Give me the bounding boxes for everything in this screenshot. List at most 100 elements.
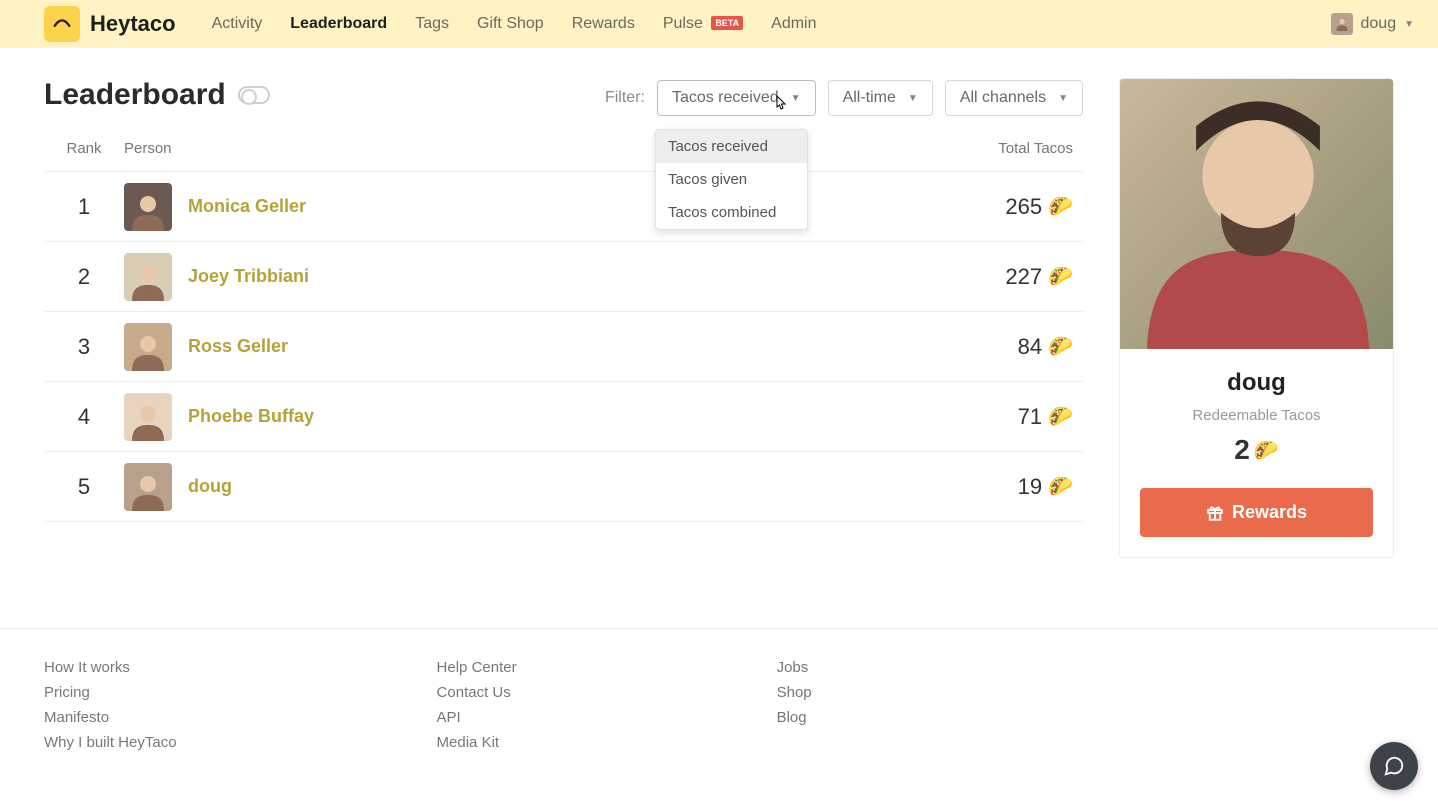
filter-type-dropdown[interactable]: Tacos received ▼ xyxy=(657,80,816,116)
footer-link[interactable]: Why I built HeyTaco xyxy=(44,734,177,751)
filter-channel-value: All channels xyxy=(960,89,1046,107)
footer-column: Help Center Contact Us API Media Kit xyxy=(437,659,517,751)
rank-cell: 1 xyxy=(44,194,124,220)
profile-name: doug xyxy=(1140,369,1373,397)
footer-link[interactable]: Blog xyxy=(777,709,812,726)
filter-type-option[interactable]: Tacos received xyxy=(656,130,807,163)
col-header-rank: Rank xyxy=(44,140,124,157)
person-cell: Phoebe Buffay xyxy=(124,393,923,441)
chevron-down-icon: ▼ xyxy=(1404,19,1414,30)
footer: How It works Pricing Manifesto Why I built … xyxy=(0,629,1438,801)
person-cell: Joey Tribbiani xyxy=(124,253,923,301)
nav-pulse-label: Pulse xyxy=(663,15,703,32)
avatar xyxy=(124,393,172,441)
user-avatar-small xyxy=(1331,13,1353,35)
page-title: Leaderboard xyxy=(44,78,226,112)
avatar xyxy=(124,323,172,371)
filter-bar: Filter: Tacos received ▼ All-time ▼ All … xyxy=(605,80,1083,116)
total-value: 227 xyxy=(1005,264,1042,290)
rewards-button-label: Rewards xyxy=(1232,502,1307,523)
table-row: 3 Ross Geller 84🌮 xyxy=(44,312,1083,382)
nav-rewards[interactable]: Rewards xyxy=(572,15,635,33)
footer-link[interactable]: Help Center xyxy=(437,659,517,676)
brand-logo[interactable] xyxy=(44,6,80,42)
total-cell: 265🌮 xyxy=(923,194,1083,220)
view-toggle[interactable] xyxy=(238,86,270,104)
gift-icon xyxy=(1206,504,1224,522)
rank-cell: 4 xyxy=(44,404,124,430)
footer-column: How It works Pricing Manifesto Why I built … xyxy=(44,659,177,751)
taco-icon: 🌮 xyxy=(1048,334,1073,359)
footer-link[interactable]: Pricing xyxy=(44,684,177,701)
total-value: 265 xyxy=(1005,194,1042,220)
user-name: doug xyxy=(1361,15,1397,33)
filter-type-option[interactable]: Tacos combined xyxy=(656,196,807,229)
avatar xyxy=(124,463,172,511)
footer-link[interactable]: Contact Us xyxy=(437,684,517,701)
nav-leaderboard[interactable]: Leaderboard xyxy=(290,15,387,33)
person-link[interactable]: Joey Tribbiani xyxy=(188,266,309,287)
table-header: Rank Person Total Tacos xyxy=(44,134,1083,172)
avatar xyxy=(124,183,172,231)
person-cell: doug xyxy=(124,463,923,511)
nav-activity[interactable]: Activity xyxy=(212,15,263,33)
total-value: 71 xyxy=(1018,404,1042,430)
footer-link[interactable]: Jobs xyxy=(777,659,812,676)
filter-channel-dropdown[interactable]: All channels ▼ xyxy=(945,80,1083,116)
footer-link[interactable]: How It works xyxy=(44,659,177,676)
top-navbar: Heytaco Activity Leaderboard Tags Gift S… xyxy=(0,0,1438,48)
rank-cell: 2 xyxy=(44,264,124,290)
profile-avatar xyxy=(1120,79,1394,349)
total-cell: 84🌮 xyxy=(923,334,1083,360)
taco-icon: 🌮 xyxy=(1048,404,1073,429)
col-header-total: Total Tacos xyxy=(923,140,1083,157)
primary-nav: Activity Leaderboard Tags Gift Shop Rewa… xyxy=(212,15,1331,33)
filter-time-value: All-time xyxy=(843,89,896,107)
filter-type-option[interactable]: Tacos given xyxy=(656,163,807,196)
filter-type-value: Tacos received xyxy=(672,89,779,107)
person-cell: Ross Geller xyxy=(124,323,923,371)
filter-label: Filter: xyxy=(605,89,645,107)
person-link[interactable]: doug xyxy=(188,476,232,497)
chevron-down-icon: ▼ xyxy=(1058,93,1068,104)
chevron-down-icon: ▼ xyxy=(791,93,801,104)
footer-link[interactable]: Shop xyxy=(777,684,812,701)
taco-icon: 🌮 xyxy=(1048,194,1073,219)
profile-card: doug Redeemable Tacos 2 🌮 Rewards xyxy=(1119,78,1394,558)
filter-time-dropdown[interactable]: All-time ▼ xyxy=(828,80,933,116)
total-cell: 227🌮 xyxy=(923,264,1083,290)
brand-name[interactable]: Heytaco xyxy=(90,11,176,37)
person-link[interactable]: Phoebe Buffay xyxy=(188,406,314,427)
chevron-down-icon: ▼ xyxy=(908,93,918,104)
footer-link[interactable]: API xyxy=(437,709,517,726)
total-value: 84 xyxy=(1018,334,1042,360)
table-row: 1 Monica Geller 265🌮 xyxy=(44,172,1083,242)
taco-icon: 🌮 xyxy=(1254,438,1279,463)
leaderboard-table: Rank Person Total Tacos 1 Monica Geller 26… xyxy=(44,134,1083,522)
nav-giftshop[interactable]: Gift Shop xyxy=(477,15,544,33)
table-row: 2 Joey Tribbiani 227🌮 xyxy=(44,242,1083,312)
rank-cell: 5 xyxy=(44,474,124,500)
total-cell: 71🌮 xyxy=(923,404,1083,430)
rank-cell: 3 xyxy=(44,334,124,360)
footer-link[interactable]: Media Kit xyxy=(437,734,517,751)
profile-count-value: 2 xyxy=(1234,434,1250,466)
footer-column: Jobs Shop Blog xyxy=(777,659,812,751)
rewards-button[interactable]: Rewards xyxy=(1140,488,1373,537)
table-row: 4 Phoebe Buffay 71🌮 xyxy=(44,382,1083,452)
total-value: 19 xyxy=(1018,474,1042,500)
nav-pulse[interactable]: Pulse BETA xyxy=(663,15,743,33)
filter-type-menu: Tacos received Tacos given Tacos combine… xyxy=(655,129,808,230)
person-link[interactable]: Monica Geller xyxy=(188,196,306,217)
taco-icon: 🌮 xyxy=(1048,474,1073,499)
user-menu[interactable]: doug ▼ xyxy=(1331,13,1415,35)
nav-tags[interactable]: Tags xyxy=(415,15,449,33)
footer-link[interactable]: Manifesto xyxy=(44,709,177,726)
person-link[interactable]: Ross Geller xyxy=(188,336,288,357)
total-cell: 19🌮 xyxy=(923,474,1083,500)
table-row: 5 doug 19🌮 xyxy=(44,452,1083,522)
nav-admin[interactable]: Admin xyxy=(771,15,816,33)
avatar xyxy=(124,253,172,301)
help-chat-button[interactable] xyxy=(1370,742,1418,790)
profile-taco-count: 2 🌮 xyxy=(1140,434,1373,466)
